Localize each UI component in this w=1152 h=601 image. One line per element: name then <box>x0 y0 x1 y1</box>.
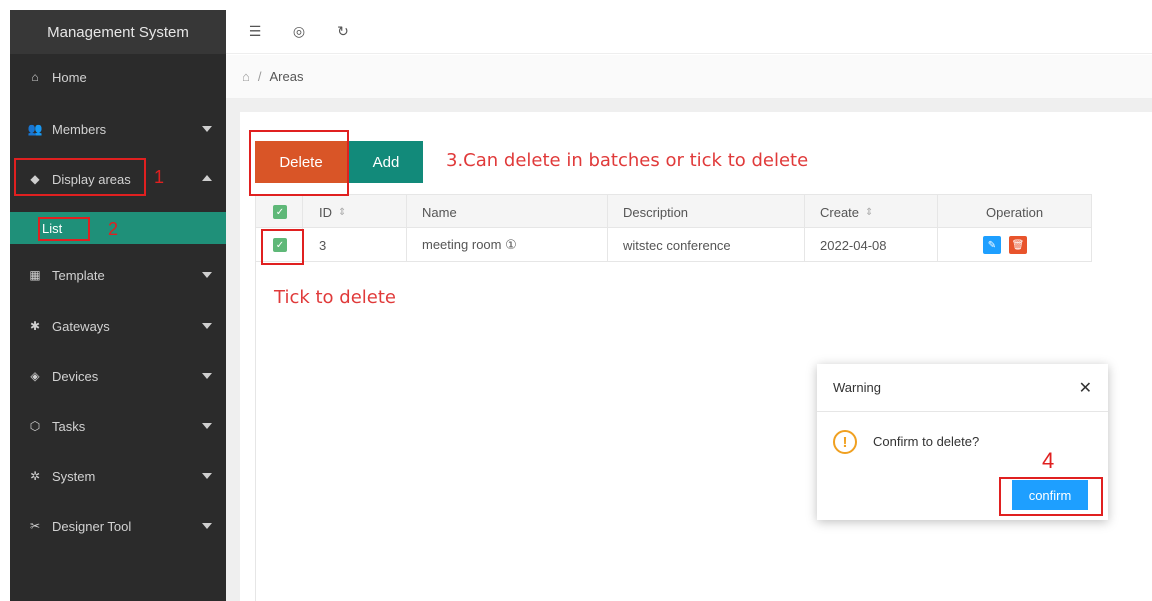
annotation-number-2: 2 <box>108 219 119 239</box>
sidebar-item-gateways[interactable]: ✱ Gateways <box>10 309 226 343</box>
breadcrumb: ⌂ / Areas <box>226 55 1152 99</box>
chevron-up-icon <box>202 175 212 181</box>
breadcrumb-separator: / <box>257 69 262 84</box>
dialog-title: Warning <box>833 380 881 395</box>
home-icon: ⌂ <box>31 70 39 84</box>
annotation-number-1: 1 <box>154 167 165 187</box>
chevron-down-icon <box>202 523 212 529</box>
chevron-down-icon <box>202 126 212 132</box>
table-row: ✓ 3 meeting room ① witstec conference 20… <box>256 228 1092 262</box>
breadcrumb-current: Areas <box>269 69 304 84</box>
chevron-down-icon <box>202 473 212 479</box>
select-all-checkbox[interactable]: ✓ <box>273 205 287 219</box>
chevron-down-icon <box>202 423 212 429</box>
cube-icon: ⬡ <box>29 419 41 433</box>
sidebar-item-system[interactable]: ✲ System <box>10 459 226 493</box>
sidebar-item-label: System <box>52 468 96 484</box>
tag-icon: ◈ <box>30 369 40 383</box>
refresh-icon[interactable]: ↻ <box>328 17 358 47</box>
sidebar-item-tasks[interactable]: ⬡ Tasks <box>10 409 226 443</box>
col-id[interactable]: ID ⇕ <box>319 195 346 229</box>
col-name: Name <box>422 204 457 220</box>
annotation-number-4: 4 <box>1042 448 1055 473</box>
areas-table: ✓ ID ⇕ Name Description Create ⇕ Operati… <box>256 194 1092 262</box>
dialog-message: Confirm to delete? <box>873 434 980 449</box>
add-button[interactable]: Add <box>349 141 423 183</box>
close-icon[interactable]: ✕ <box>1079 378 1092 398</box>
gateway-icon: ✱ <box>29 319 41 333</box>
sidebar-item-label: Tasks <box>52 418 86 434</box>
template-icon: ▦ <box>29 268 41 282</box>
sidebar-item-label: Members <box>52 121 107 137</box>
sidebar-item-label: Devices <box>52 368 99 384</box>
dialog-header: Warning ✕ <box>817 364 1108 412</box>
tool-icon: ✂ <box>29 519 41 533</box>
annotation-step-3: 3.Can delete in batches or tick to delet… <box>446 150 809 171</box>
sidebar-item-designer-tool[interactable]: ✂ Designer Tool <box>10 509 226 543</box>
sidebar-item-devices[interactable]: ◈ Devices <box>10 359 226 393</box>
cell-id: 3 <box>319 237 327 253</box>
annotation-box-list <box>38 217 90 241</box>
sidebar-item-template[interactable]: ▦ Template <box>10 258 226 292</box>
annotation-box-checkbox <box>261 229 304 265</box>
chevron-down-icon <box>202 373 212 379</box>
sidebar-item-label: Home <box>52 69 87 85</box>
menu-fold-icon[interactable]: ☰ <box>240 17 270 47</box>
sort-icon[interactable]: ⇕ <box>865 207 873 218</box>
content-card <box>240 112 1152 601</box>
sidebar: Management System ⌂ Home 👥 Members ◆ Dis… <box>10 10 226 601</box>
annotation-box-confirm <box>999 477 1103 516</box>
members-icon: 👥 <box>27 122 43 136</box>
sidebar-item-label: Gateways <box>52 318 110 334</box>
cell-description: witstec conference <box>623 237 731 253</box>
chevron-down-icon <box>202 272 212 278</box>
chevron-down-icon <box>202 323 212 329</box>
annotation-box-delete <box>249 130 349 196</box>
col-label: Create <box>820 204 860 220</box>
home-icon[interactable]: ⌂ <box>242 69 250 84</box>
sort-icon[interactable]: ⇕ <box>338 207 346 218</box>
warning-icon: ! <box>833 430 857 454</box>
col-description: Description <box>623 204 689 220</box>
col-label: ID <box>319 204 332 220</box>
app-title: Management System <box>10 10 226 54</box>
sidebar-item-members[interactable]: 👥 Members <box>10 112 226 146</box>
trash-icon[interactable]: 🗑 <box>1009 236 1027 254</box>
sidebar-item-label: Designer Tool <box>52 518 132 534</box>
cell-name: meeting room ① <box>422 237 517 252</box>
top-bar: ☰ ◎ ↻ <box>226 10 1152 54</box>
cell-create: 2022-04-08 <box>820 237 887 253</box>
col-operation: Operation <box>986 204 1044 220</box>
globe-icon[interactable]: ◎ <box>284 17 314 47</box>
sidebar-item-label: Template <box>52 267 105 283</box>
gear-icon: ✲ <box>29 469 41 483</box>
edit-icon[interactable]: ✎ <box>983 236 1001 254</box>
col-create[interactable]: Create ⇕ <box>820 195 873 229</box>
annotation-box-display-areas <box>14 158 146 196</box>
sidebar-item-home[interactable]: ⌂ Home <box>10 60 226 94</box>
table-header: ✓ ID ⇕ Name Description Create ⇕ Operati… <box>256 194 1092 229</box>
annotation-tick-to-delete: Tick to delete <box>274 287 396 308</box>
